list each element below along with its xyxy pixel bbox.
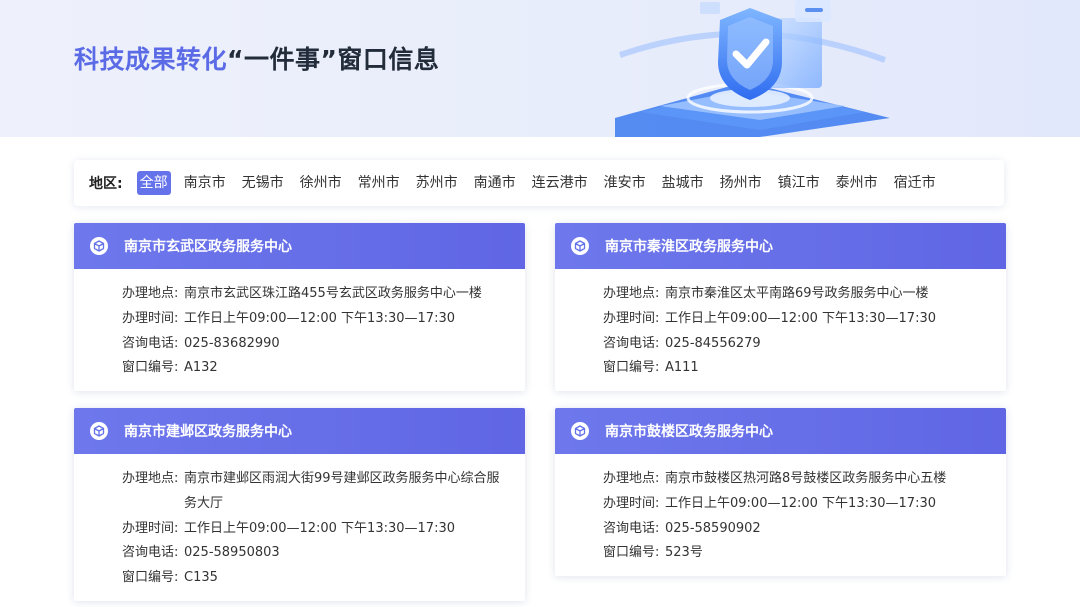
window-value: 523号 bbox=[665, 545, 703, 561]
hours-row: 办理时间: 工作日上午09:00—12:00 下午13:30—17:30 bbox=[603, 492, 1006, 517]
region-option[interactable]: 全部 bbox=[136, 171, 171, 195]
region-option[interactable]: 镇江市 bbox=[775, 171, 823, 195]
region-option[interactable]: 南通市 bbox=[471, 171, 519, 195]
window-value: A111 bbox=[665, 360, 699, 376]
card-body: 办理地点: 南京市玄武区珠江路455号玄武区政务服务中心一楼 办理时间: 工作日上午… bbox=[74, 269, 525, 391]
address-row: 办理地点: 南京市建邺区雨润大街99号建邺区政务服务中心综合服务大厅 bbox=[122, 467, 525, 517]
service-center-card: 南京市玄武区政务服务中心 办理地点: 南京市玄武区珠江路455号玄武区政务服务中心… bbox=[74, 223, 525, 392]
window-label: 窗口编号: bbox=[603, 545, 660, 561]
phone-row: 咨询电话: 025-58950803 bbox=[122, 541, 525, 566]
hours-value: 工作日上午09:00—12:00 下午13:30—17:30 bbox=[665, 495, 936, 511]
hours-row: 办理时间: 工作日上午09:00—12:00 下午13:30—17:30 bbox=[122, 307, 525, 332]
card-title: 南京市秦淮区政务服务中心 bbox=[605, 239, 773, 255]
region-filter-label: 地区: bbox=[89, 176, 123, 192]
hours-label: 办理时间: bbox=[603, 495, 660, 511]
hours-value: 工作日上午09:00—12:00 下午13:30—17:30 bbox=[184, 520, 455, 536]
window-value: C135 bbox=[184, 570, 218, 586]
window-row: 窗口编号: A111 bbox=[603, 356, 1006, 381]
phone-value: 025-58950803 bbox=[184, 545, 280, 561]
window-value: A132 bbox=[184, 360, 218, 376]
phone-label: 咨询电话: bbox=[122, 335, 179, 351]
card-title: 南京市建邺区政务服务中心 bbox=[124, 424, 292, 440]
page-title-rest: “一件事”窗口信息 bbox=[227, 45, 440, 74]
hours-label: 办理时间: bbox=[603, 310, 660, 326]
card-title: 南京市鼓楼区政务服务中心 bbox=[605, 424, 773, 440]
region-option[interactable]: 南京市 bbox=[181, 171, 229, 195]
cube-icon bbox=[571, 237, 589, 255]
region-option[interactable]: 徐州市 bbox=[297, 171, 345, 195]
card-body: 办理地点: 南京市秦淮区太平南路69号政务服务中心一楼 办理时间: 工作日上午09:… bbox=[555, 269, 1006, 391]
region-option[interactable]: 宿迁市 bbox=[891, 171, 939, 195]
card-title: 南京市玄武区政务服务中心 bbox=[124, 239, 292, 255]
page-title-accent: 科技成果转化 bbox=[74, 45, 228, 74]
security-shield-illustration bbox=[615, 0, 890, 137]
cube-icon bbox=[90, 237, 108, 255]
address-label: 办理地点: bbox=[122, 286, 179, 301]
page-title: 科技成果转化“一件事”窗口信息 bbox=[74, 40, 439, 76]
region-option[interactable]: 连云港市 bbox=[529, 171, 591, 195]
hours-row: 办理时间: 工作日上午09:00—12:00 下午13:30—17:30 bbox=[122, 517, 525, 542]
phone-label: 咨询电话: bbox=[603, 520, 660, 536]
window-row: 窗口编号: 523号 bbox=[603, 541, 1006, 566]
region-filter-options: 全部 南京市 无锡市 徐州市 常州市 苏州市 南通市 连云港市 淮安市 盐城市 扬州市 镇江市 泰州市宿… bbox=[136, 171, 949, 195]
address-value: 南京市鼓楼区热河路8号鼓楼区政务服务中心五楼 bbox=[665, 471, 947, 486]
header-banner: 科技成果转化“一件事”窗口信息 bbox=[0, 0, 1080, 137]
phone-value: 025-58590902 bbox=[665, 520, 761, 536]
phone-row: 咨询电话: 025-84556279 bbox=[603, 332, 1006, 357]
address-label: 办理地点: bbox=[122, 471, 179, 486]
card-header: 南京市鼓楼区政务服务中心 bbox=[555, 408, 1006, 454]
region-option[interactable]: 苏州市 bbox=[413, 171, 461, 195]
region-option[interactable]: 无锡市 bbox=[239, 171, 287, 195]
phone-value: 025-83682990 bbox=[184, 335, 280, 351]
card-header: 南京市秦淮区政务服务中心 bbox=[555, 223, 1006, 269]
card-body: 办理地点: 南京市建邺区雨润大街99号建邺区政务服务中心综合服务大厅 办理时间: 工… bbox=[74, 454, 525, 601]
card-header: 南京市玄武区政务服务中心 bbox=[74, 223, 525, 269]
address-value: 南京市玄武区珠江路455号玄武区政务服务中心一楼 bbox=[184, 286, 482, 301]
region-filter-bar: 地区: 全部 南京市 无锡市 徐州市 常州市 苏州市 南通市 连云港市 淮安市 盐城市 扬州市 镇江市… bbox=[74, 160, 1004, 206]
window-label: 窗口编号: bbox=[122, 360, 179, 376]
hours-value: 工作日上午09:00—12:00 下午13:30—17:30 bbox=[665, 310, 936, 326]
phone-row: 咨询电话: 025-83682990 bbox=[122, 332, 525, 357]
address-value: 南京市秦淮区太平南路69号政务服务中心一楼 bbox=[665, 286, 929, 301]
hours-value: 工作日上午09:00—12:00 下午13:30—17:30 bbox=[184, 310, 455, 326]
service-center-card: 南京市建邺区政务服务中心 办理地点: 南京市建邺区雨润大街99号建邺区政务服务中心… bbox=[74, 408, 525, 601]
region-option[interactable]: 常州市 bbox=[355, 171, 403, 195]
address-label: 办理地点: bbox=[603, 286, 660, 301]
region-option[interactable]: 泰州市 bbox=[833, 171, 881, 195]
cube-icon bbox=[571, 422, 589, 440]
cube-icon bbox=[90, 422, 108, 440]
phone-row: 咨询电话: 025-58590902 bbox=[603, 517, 1006, 542]
card-header: 南京市建邺区政务服务中心 bbox=[74, 408, 525, 454]
address-row: 办理地点: 南京市秦淮区太平南路69号政务服务中心一楼 bbox=[603, 282, 1006, 307]
card-body: 办理地点: 南京市鼓楼区热河路8号鼓楼区政务服务中心五楼 办理时间: 工作日上午09… bbox=[555, 454, 1006, 576]
hours-row: 办理时间: 工作日上午09:00—12:00 下午13:30—17:30 bbox=[603, 307, 1006, 332]
address-row: 办理地点: 南京市玄武区珠江路455号玄武区政务服务中心一楼 bbox=[122, 282, 525, 307]
window-row: 窗口编号: C135 bbox=[122, 566, 525, 591]
address-row: 办理地点: 南京市鼓楼区热河路8号鼓楼区政务服务中心五楼 bbox=[603, 467, 1006, 492]
hours-label: 办理时间: bbox=[122, 520, 179, 536]
window-label: 窗口编号: bbox=[122, 570, 179, 586]
region-option[interactable]: 淮安市 bbox=[601, 171, 649, 195]
address-label: 办理地点: bbox=[603, 471, 660, 486]
service-center-card: 南京市鼓楼区政务服务中心 办理地点: 南京市鼓楼区热河路8号鼓楼区政务服务中心五楼… bbox=[555, 408, 1006, 577]
phone-label: 咨询电话: bbox=[122, 545, 179, 561]
window-label: 窗口编号: bbox=[603, 360, 660, 376]
address-value: 南京市建邺区雨润大街99号建邺区政务服务中心综合服务大厅 bbox=[184, 471, 500, 511]
hours-label: 办理时间: bbox=[122, 310, 179, 326]
region-option[interactable]: 扬州市 bbox=[717, 171, 765, 195]
service-center-card: 南京市秦淮区政务服务中心 办理地点: 南京市秦淮区太平南路69号政务服务中心一楼 … bbox=[555, 223, 1006, 392]
window-row: 窗口编号: A132 bbox=[122, 356, 525, 381]
phone-value: 025-84556279 bbox=[665, 335, 761, 351]
phone-label: 咨询电话: bbox=[603, 335, 660, 351]
region-option[interactable]: 盐城市 bbox=[659, 171, 707, 195]
